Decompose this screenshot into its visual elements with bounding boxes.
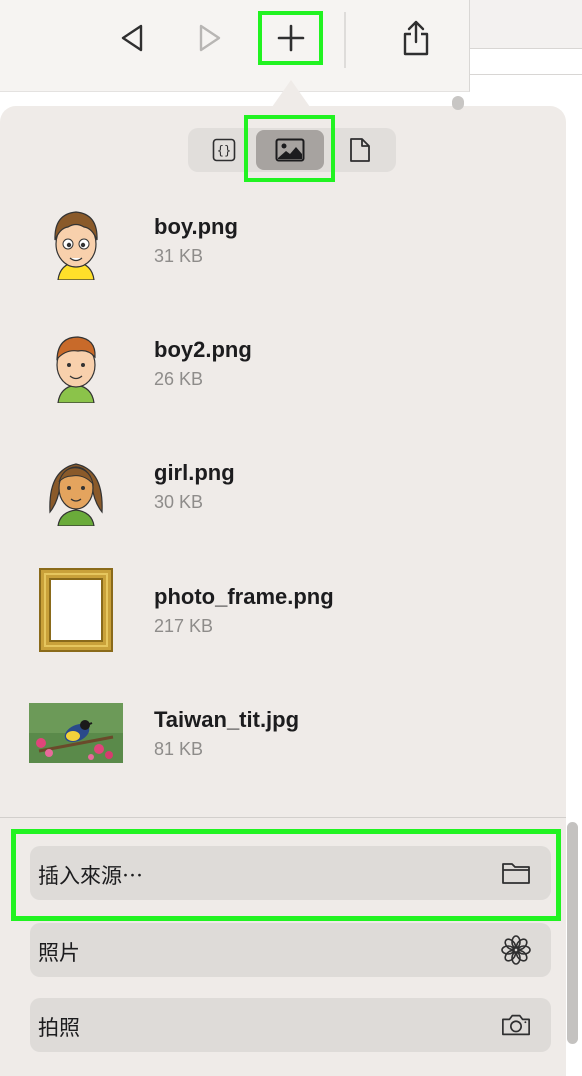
file-name: photo_frame.png xyxy=(154,584,334,609)
share-button[interactable] xyxy=(386,10,446,66)
file-thumbnail xyxy=(28,438,124,534)
photo-frame-icon xyxy=(39,568,113,652)
background-scrollbar[interactable] xyxy=(452,96,464,110)
take-photo-button[interactable]: 拍照 xyxy=(30,998,551,1052)
section-divider xyxy=(0,817,566,818)
braces-icon: {} xyxy=(212,138,236,162)
add-button[interactable] xyxy=(258,11,323,65)
boy-avatar-icon xyxy=(54,211,98,280)
file-name: girl.png xyxy=(154,460,235,485)
popover-scrollbar[interactable] xyxy=(567,822,578,1044)
document-icon xyxy=(350,138,370,162)
list-item[interactable]: boy2.png 26 KB xyxy=(0,315,566,425)
file-thumbnail xyxy=(28,192,124,288)
file-size: 217 KB xyxy=(154,616,214,636)
file-thumbnail xyxy=(28,562,124,658)
forward-button[interactable] xyxy=(180,10,240,66)
images-tab-highlight xyxy=(244,115,335,182)
back-button[interactable] xyxy=(102,10,162,66)
girl-avatar-icon xyxy=(49,463,103,526)
photos-label: 照片 xyxy=(38,942,80,965)
tab-files[interactable] xyxy=(326,130,394,170)
background-tab-bar xyxy=(470,0,582,49)
file-name: boy.png xyxy=(154,214,238,239)
list-item[interactable]: Taiwan_tit.jpg 81 KB xyxy=(0,685,566,795)
flower-icon xyxy=(501,935,531,965)
plus-icon xyxy=(277,24,304,52)
file-size: 31 KB xyxy=(154,246,204,266)
back-triangle-icon xyxy=(121,24,143,52)
file-size: 26 KB xyxy=(154,369,204,389)
toolbar-separator xyxy=(344,12,346,68)
camera-icon xyxy=(501,1010,531,1040)
toolbar xyxy=(0,0,470,92)
file-size: 81 KB xyxy=(154,739,204,759)
file-size: 30 KB xyxy=(154,492,204,512)
file-thumbnail xyxy=(28,315,124,411)
list-item[interactable]: photo_frame.png 217 KB xyxy=(0,562,566,672)
file-name: Taiwan_tit.jpg xyxy=(154,707,300,732)
forward-triangle-icon xyxy=(199,24,221,52)
svg-text:{}: {} xyxy=(217,144,231,158)
background-divider xyxy=(470,74,582,75)
insert-from-highlight xyxy=(11,829,561,921)
boy2-avatar-icon xyxy=(56,336,96,403)
file-thumbnail xyxy=(28,685,124,781)
take-photo-label: 拍照 xyxy=(38,1017,80,1040)
popover-arrow xyxy=(272,80,310,107)
file-name: boy2.png xyxy=(154,337,252,362)
bird-photo-icon xyxy=(29,703,123,763)
photos-button[interactable]: 照片 xyxy=(30,923,551,977)
list-item[interactable]: girl.png 30 KB xyxy=(0,438,566,548)
share-icon xyxy=(403,20,429,56)
list-item[interactable]: boy.png 31 KB xyxy=(0,192,566,302)
